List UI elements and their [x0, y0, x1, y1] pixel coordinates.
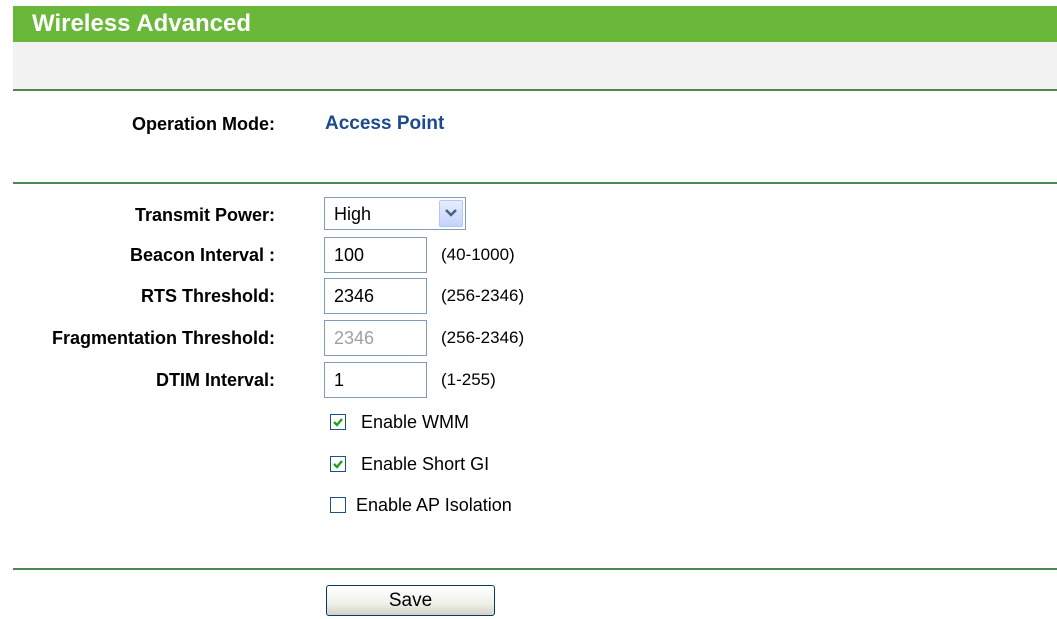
fragmentation-threshold-label: Fragmentation Threshold: — [51, 328, 275, 348]
rts-threshold-input[interactable] — [324, 278, 427, 314]
beacon-interval-label: Beacon Interval : — [129, 245, 275, 265]
enable-wmm-checkbox[interactable] — [330, 414, 346, 430]
enable-wmm-label: Enable WMM — [361, 412, 470, 432]
page-title: Wireless Advanced — [13, 6, 1057, 42]
fragmentation-threshold-range: (256-2346) — [441, 328, 525, 347]
transmit-power-selected: High — [334, 204, 372, 224]
enable-short-gi-label: Enable Short GI — [361, 454, 490, 474]
transmit-power-select[interactable]: High — [324, 197, 466, 230]
divider-top — [13, 89, 1057, 91]
rts-threshold-range: (256-2346) — [441, 286, 525, 305]
fragmentation-threshold-input — [324, 320, 427, 356]
enable-ap-isolation-checkbox[interactable] — [330, 497, 346, 513]
divider-bottom — [13, 568, 1057, 570]
save-button[interactable]: Save — [326, 585, 495, 616]
header-band — [13, 42, 1057, 89]
checkmark-icon — [333, 460, 343, 469]
dtim-interval-input[interactable] — [324, 362, 427, 398]
operation-mode-label: Operation Mode: — [132, 114, 275, 134]
option-enable-short-gi[interactable]: Enable Short GI — [330, 453, 489, 475]
beacon-interval-input[interactable] — [324, 237, 427, 273]
enable-short-gi-checkbox[interactable] — [330, 456, 346, 472]
chevron-down-icon — [445, 209, 457, 217]
rts-threshold-label: RTS Threshold: — [141, 286, 275, 306]
beacon-interval-range: (40-1000) — [441, 245, 515, 264]
dtim-interval-label: DTIM Interval: — [155, 370, 275, 390]
checkmark-icon — [333, 418, 343, 427]
enable-ap-isolation-label: Enable AP Isolation — [356, 495, 512, 515]
option-enable-wmm[interactable]: Enable WMM — [330, 411, 469, 433]
operation-mode-value: Access Point — [325, 113, 445, 134]
dropdown-button[interactable] — [439, 200, 463, 227]
dtim-interval-range: (1-255) — [441, 370, 496, 389]
option-enable-ap-isolation[interactable]: Enable AP Isolation — [330, 494, 512, 516]
transmit-power-label: Transmit Power: — [134, 205, 275, 225]
divider-middle — [13, 182, 1057, 184]
